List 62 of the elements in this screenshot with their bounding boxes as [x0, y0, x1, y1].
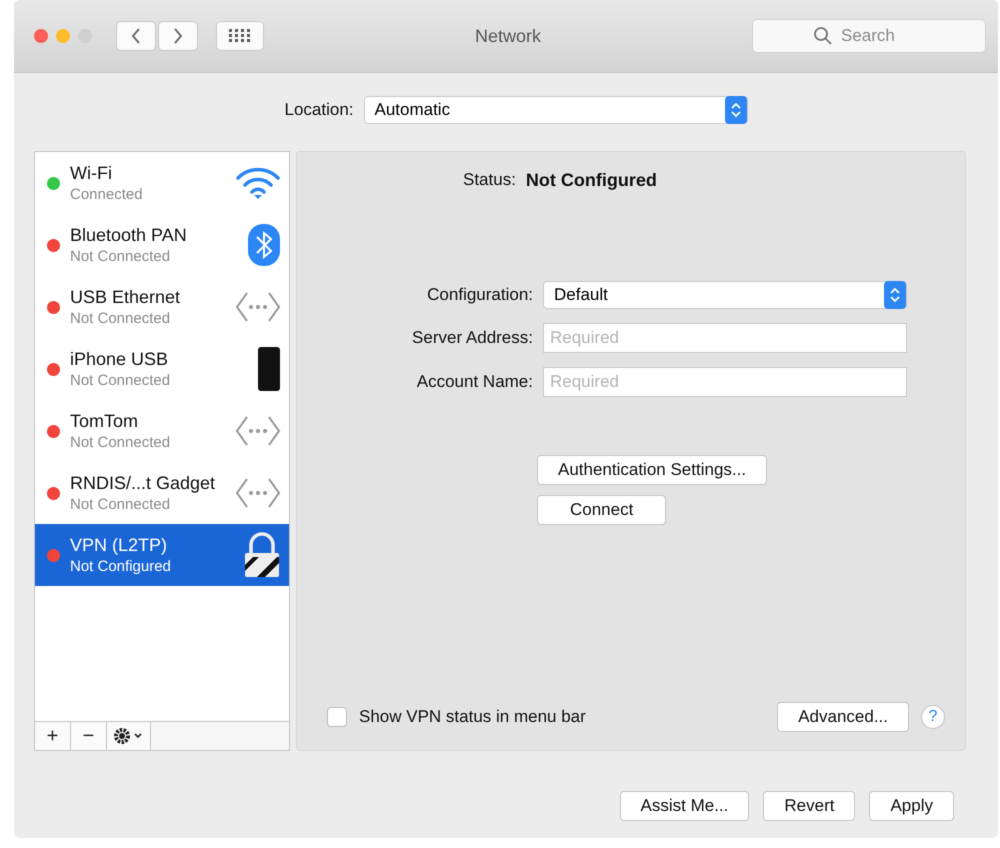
window-title: Network	[474, 26, 542, 46]
phone-icon	[257, 346, 281, 392]
service-status: Not Connected	[70, 248, 172, 265]
service-status: Not Connected	[70, 310, 172, 327]
configuration-dropdown[interactable]: Default	[543, 281, 907, 309]
wifi-icon	[235, 166, 281, 200]
status-label: Status:	[463, 170, 516, 191]
field-label: Account Name:	[416, 372, 533, 392]
service-item[interactable]: iPhone USB Not Connected	[35, 338, 289, 400]
search-icon	[814, 27, 832, 45]
service-name: VPN (L2TP)	[70, 535, 168, 556]
gear-icon	[112, 727, 144, 745]
remove-button[interactable]: −	[71, 722, 107, 750]
network-connector-icon	[235, 415, 281, 447]
authentication-settings-button[interactable]: Authentication Settings...	[537, 455, 768, 485]
add-button[interactable]: +	[35, 722, 71, 750]
service-name: Bluetooth PAN	[70, 225, 188, 246]
service-status: Not Connected	[70, 496, 172, 513]
footer-button[interactable]: Revert	[763, 791, 856, 821]
service-item[interactable]: RNDIS/...t Gadget Not Connected	[35, 462, 289, 524]
service-name: iPhone USB	[70, 349, 170, 370]
forward-icon	[173, 28, 183, 44]
service-name: RNDIS/...t Gadget	[70, 473, 216, 494]
search-field[interactable]: Search	[752, 19, 986, 53]
stepper-icon	[890, 287, 900, 303]
checkbox[interactable]	[327, 707, 347, 727]
service-item[interactable]: TomTom Not Connected	[35, 400, 289, 462]
bluetooth-icon	[247, 223, 281, 267]
status-value: Not Configured	[526, 170, 657, 191]
back-button[interactable]	[116, 21, 156, 51]
location-dropdown[interactable]: Automatic	[364, 96, 748, 124]
help-button[interactable]: ?	[921, 705, 945, 729]
action-menu-button[interactable]	[107, 722, 151, 750]
service-status: Not Connected	[70, 434, 172, 451]
network-connector-icon	[235, 477, 281, 509]
service-item[interactable]: Bluetooth PAN Not Connected	[35, 214, 289, 276]
service-status: Not Connected	[70, 372, 172, 389]
checkbox-label: Show VPN status in menu bar	[359, 707, 586, 727]
show-all-button[interactable]	[216, 21, 264, 51]
stepper-icon	[730, 102, 740, 118]
advanced-button[interactable]: Advanced...	[777, 702, 909, 732]
service-item[interactable]: USB Ethernet Not Connected	[35, 276, 289, 338]
service-status: Not Configured	[70, 558, 172, 575]
network-connector-icon	[235, 291, 281, 323]
service-status: Connected	[70, 186, 144, 203]
padlock-icon	[243, 531, 281, 579]
connect-button[interactable]: Connect	[537, 495, 666, 525]
service-name: Wi-Fi	[70, 163, 113, 184]
service-item[interactable]: VPN (L2TP) Not Configured	[35, 524, 289, 586]
location-label: Location:	[284, 100, 354, 120]
service-name: TomTom	[70, 411, 140, 432]
configuration-label: Configuration:	[426, 285, 533, 305]
grid-icon	[229, 29, 251, 43]
input-field[interactable]: Required	[543, 323, 907, 353]
back-icon	[131, 28, 141, 44]
service-item[interactable]: Wi-Fi Connected	[35, 152, 289, 214]
footer-button[interactable]: Apply	[869, 791, 954, 821]
footer-button[interactable]: Assist Me...	[620, 791, 750, 821]
service-name: USB Ethernet	[70, 287, 182, 308]
input-field[interactable]: Required	[543, 367, 907, 397]
field-label: Server Address:	[411, 328, 533, 348]
forward-button[interactable]	[158, 21, 198, 51]
